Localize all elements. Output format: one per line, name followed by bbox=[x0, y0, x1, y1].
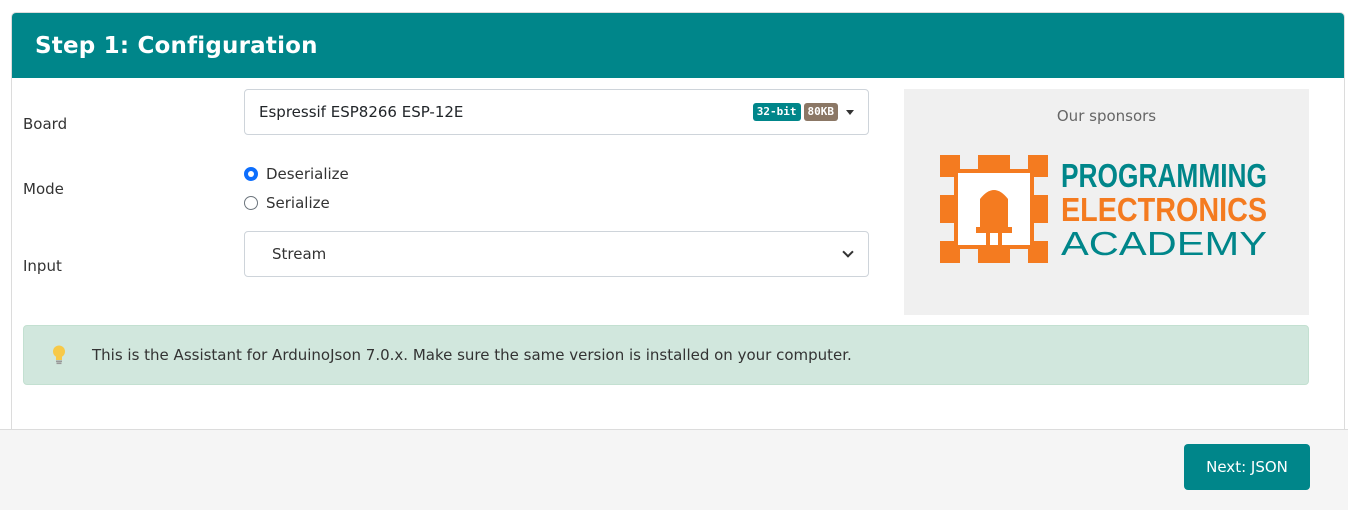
input-value: Stream bbox=[272, 245, 327, 263]
mode-option-deserialize[interactable]: Deserialize bbox=[244, 159, 349, 188]
card-footer bbox=[0, 429, 1348, 510]
logo-line-3: ACADEMY bbox=[1061, 225, 1267, 262]
input-select[interactable]: Stream bbox=[244, 231, 869, 277]
memory-badge: 80KB bbox=[803, 103, 838, 121]
input-label: Input bbox=[23, 257, 62, 275]
version-alert: This is the Assistant for ArduinoJson 7.… bbox=[23, 325, 1309, 385]
lightbulb-icon bbox=[53, 345, 65, 365]
sponsor-box: Our sponsors PROGRAMMING ELECTRONICS ACA… bbox=[904, 89, 1309, 315]
mode-label: Mode bbox=[23, 180, 64, 198]
next-json-button[interactable]: Next: JSON bbox=[1184, 444, 1310, 490]
sponsor-logo[interactable]: PROGRAMMING ELECTRONICS ACADEMY bbox=[940, 155, 1270, 263]
mode-radio-group: Deserialize Serialize bbox=[244, 159, 349, 217]
logo-line-2: ELECTRONICS bbox=[1061, 191, 1267, 228]
radio-serialize[interactable] bbox=[244, 195, 258, 210]
radio-deserialize[interactable] bbox=[244, 166, 258, 181]
board-label: Board bbox=[23, 115, 68, 133]
board-value: Espressif ESP8266 ESP-12E bbox=[259, 103, 464, 121]
mode-option-serialize[interactable]: Serialize bbox=[244, 188, 349, 217]
chevron-down-icon bbox=[842, 245, 854, 258]
mode-option-label: Serialize bbox=[266, 193, 330, 212]
bits-badge: 32-bit bbox=[752, 103, 801, 121]
sponsor-title: Our sponsors bbox=[1056, 107, 1157, 125]
card-header: Step 1: Configuration bbox=[12, 13, 1344, 78]
mode-option-label: Deserialize bbox=[266, 164, 349, 183]
alert-text: This is the Assistant for ArduinoJson 7.… bbox=[92, 346, 852, 364]
page-title: Step 1: Configuration bbox=[35, 32, 318, 59]
board-select[interactable]: Espressif ESP8266 ESP-12E 32-bit 80KB bbox=[244, 89, 869, 135]
logo-line-1: PROGRAMMING bbox=[1061, 157, 1267, 194]
caret-down-icon bbox=[846, 109, 854, 115]
